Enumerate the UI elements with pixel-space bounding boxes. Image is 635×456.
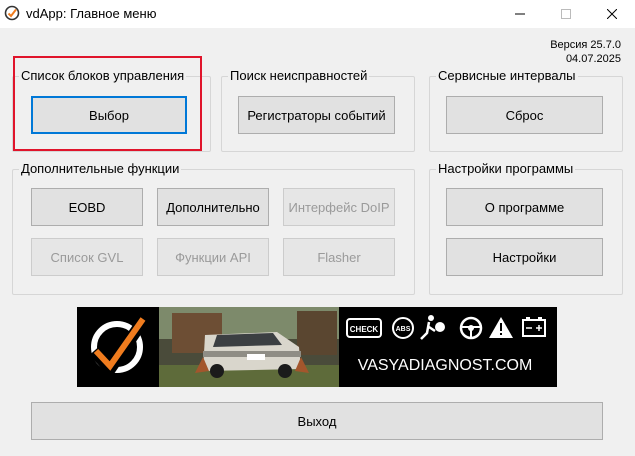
- banner-graphic: CHECK ABS VASYADIAGNOST.COM: [89, 307, 546, 387]
- close-icon: [607, 9, 617, 19]
- program-settings-group-title: Настройки программы: [436, 161, 576, 176]
- promo-banner[interactable]: CHECK ABS VASYADIAGNOST.COM: [77, 307, 557, 387]
- minimize-button[interactable]: [497, 0, 543, 28]
- service-intervals-group-title: Сервисные интервалы: [436, 68, 578, 83]
- settings-button[interactable]: Настройки: [446, 238, 603, 276]
- highlight-frame: [13, 56, 202, 151]
- reset-button[interactable]: Сброс: [446, 96, 603, 134]
- brand-logo-icon: [89, 311, 152, 379]
- close-button[interactable]: [589, 0, 635, 28]
- eobd-button[interactable]: EOBD: [31, 188, 143, 226]
- banner-website-text: VASYADIAGNOST.COM: [358, 357, 533, 374]
- fault-search-group-title: Поиск неисправностей: [228, 68, 370, 83]
- gvl-list-button[interactable]: Список GVL: [31, 238, 143, 276]
- battery-icon: [522, 317, 546, 337]
- event-recorders-button[interactable]: Регистраторы событий: [238, 96, 395, 134]
- check-engine-icon: CHECK: [346, 318, 382, 338]
- warning-triangle-icon: [489, 317, 513, 338]
- version-label: Версия 25.7.0: [550, 39, 621, 51]
- check-engine-label: CHECK: [350, 325, 379, 334]
- maximize-icon: [561, 9, 571, 19]
- flasher-button[interactable]: Flasher: [283, 238, 395, 276]
- exit-button[interactable]: Выход: [31, 402, 603, 440]
- abs-label: ABS: [396, 326, 411, 333]
- title-bar: vdApp: Главное меню: [0, 0, 635, 28]
- maximize-button[interactable]: [543, 0, 589, 28]
- api-functions-button[interactable]: Функции API: [157, 238, 269, 276]
- steering-wheel-icon: [459, 316, 483, 340]
- version-info: Версия 25.7.0 04.07.2025: [550, 38, 621, 66]
- additional-button[interactable]: Дополнительно: [157, 188, 269, 226]
- window-title: vdApp: Главное меню: [26, 6, 157, 21]
- airbag-icon: [420, 315, 445, 340]
- version-date: 04.07.2025: [565, 53, 621, 65]
- about-button[interactable]: О программе: [446, 188, 603, 226]
- app-logo-icon: [4, 5, 20, 21]
- minimize-icon: [515, 13, 525, 15]
- additional-functions-group-title: Дополнительные функции: [19, 161, 182, 176]
- abs-icon: ABS: [392, 317, 414, 339]
- doip-interface-button[interactable]: Интерфейс DoIP: [283, 188, 395, 226]
